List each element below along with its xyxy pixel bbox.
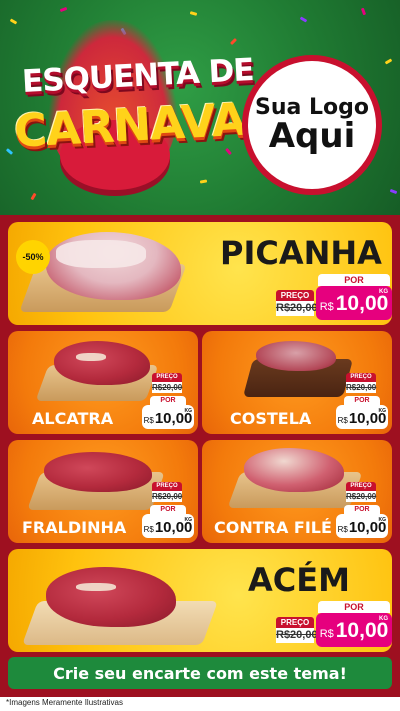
- old-price: R$20,00: [346, 491, 377, 502]
- new-price: R$ 10,00 KG: [336, 405, 388, 429]
- currency: R$: [143, 416, 154, 425]
- old-price: R$20,00: [152, 491, 183, 502]
- price-tag: PREÇO R$20,00 POR R$ 10,00 KG: [142, 373, 194, 431]
- por-label: POR: [318, 601, 390, 613]
- product-card-alcatra: ALCATRA PREÇO R$20,00 POR R$ 10,00 KG: [8, 331, 198, 434]
- logo-placeholder: Sua Logo Aqui: [242, 55, 382, 195]
- product-name: CONTRA FILÉ: [214, 518, 332, 537]
- old-price: R$20,00: [276, 301, 318, 316]
- unit: KG: [378, 408, 387, 414]
- price-tag: PREÇO R$20,00 POR R$ 10,00 KG: [142, 482, 194, 540]
- confetti: [59, 6, 68, 13]
- cta-banner[interactable]: Crie seu encarte com este tema!: [8, 657, 392, 689]
- alcatra-image: [35, 335, 159, 403]
- product-name: ALCATRA: [32, 409, 114, 428]
- unit: KG: [379, 616, 388, 622]
- campaign-title-line1: ESQUENTA DE: [21, 51, 255, 101]
- unit: KG: [378, 517, 387, 523]
- price-tag: PREÇO R$20,00 POR R$ 10,00 KG: [276, 274, 392, 320]
- currency: R$: [337, 416, 348, 425]
- confetti: [9, 18, 18, 25]
- por-label: POR: [150, 396, 186, 405]
- product-name: COSTELA: [230, 409, 312, 428]
- preco-label: PREÇO: [152, 373, 182, 382]
- old-price: R$20,00: [152, 382, 183, 393]
- unit: KG: [184, 517, 193, 523]
- preco-label: PREÇO: [276, 617, 314, 628]
- price-value: 10,00: [335, 619, 389, 642]
- new-price: R$ 10,00 KG: [142, 405, 194, 429]
- preco-label: PREÇO: [346, 373, 376, 382]
- por-label: POR: [344, 505, 380, 514]
- product-card-costela: COSTELA PREÇO R$20,00 POR R$ 10,00 KG: [202, 331, 392, 434]
- price-tag: PREÇO R$20,00 POR R$ 10,00 KG: [336, 373, 388, 431]
- price-tag: PREÇO R$20,00 POR R$ 10,00 KG: [276, 601, 392, 647]
- currency: R$: [337, 525, 348, 534]
- unit: KG: [184, 408, 193, 414]
- discount-badge: -50%: [16, 240, 50, 274]
- price-value: 10,00: [335, 292, 389, 315]
- product-card-contra-file: CONTRA FILÉ PREÇO R$20,00 POR R$ 10,00 K…: [202, 440, 392, 543]
- new-price: R$ 10,00 KG: [316, 613, 392, 647]
- confetti: [299, 16, 308, 23]
- picanha-image: [19, 230, 188, 322]
- preco-label: PREÇO: [346, 482, 376, 491]
- preco-label: PREÇO: [276, 290, 314, 301]
- confetti: [189, 11, 198, 16]
- currency: R$: [319, 301, 334, 313]
- new-price: R$ 10,00 KG: [142, 514, 194, 538]
- por-label: POR: [344, 396, 380, 405]
- por-label: POR: [318, 274, 390, 286]
- confetti: [225, 147, 232, 156]
- disclaimer-note: *Imagens Meramente Ilustrativas: [6, 698, 123, 707]
- confetti: [199, 179, 208, 184]
- confetti: [360, 7, 367, 16]
- confetti: [384, 58, 393, 65]
- currency: R$: [319, 628, 334, 640]
- hero-header: ESQUENTA DE CARNAVAL Sua Logo Aqui: [0, 0, 400, 215]
- product-name: ACÉM: [248, 561, 350, 599]
- old-price: R$20,00: [346, 382, 377, 393]
- unit: KG: [379, 289, 388, 295]
- por-label: POR: [150, 505, 186, 514]
- product-card-acem: ACÉM PREÇO R$20,00 POR R$ 10,00 KG: [8, 549, 392, 652]
- product-card-fraldinha: FRALDINHA PREÇO R$20,00 POR R$ 10,00 KG: [8, 440, 198, 543]
- acem-image: [16, 557, 219, 649]
- confetti: [389, 188, 398, 195]
- confetti: [5, 148, 14, 155]
- new-price: R$ 10,00 KG: [316, 286, 392, 320]
- confetti: [30, 192, 37, 201]
- confetti: [229, 37, 238, 46]
- preco-label: PREÇO: [152, 482, 182, 491]
- product-card-picanha: -50% PICANHA PREÇO R$20,00 POR R$ 10,00 …: [8, 222, 392, 325]
- currency: R$: [143, 525, 154, 534]
- product-name: FRALDINHA: [22, 518, 127, 537]
- old-price: R$20,00: [276, 628, 318, 643]
- logo-text-line2: Aqui: [268, 115, 356, 156]
- price-tag: PREÇO R$20,00 POR R$ 10,00 KG: [336, 482, 388, 540]
- new-price: R$ 10,00 KG: [336, 514, 388, 538]
- product-name: PICANHA: [220, 234, 382, 272]
